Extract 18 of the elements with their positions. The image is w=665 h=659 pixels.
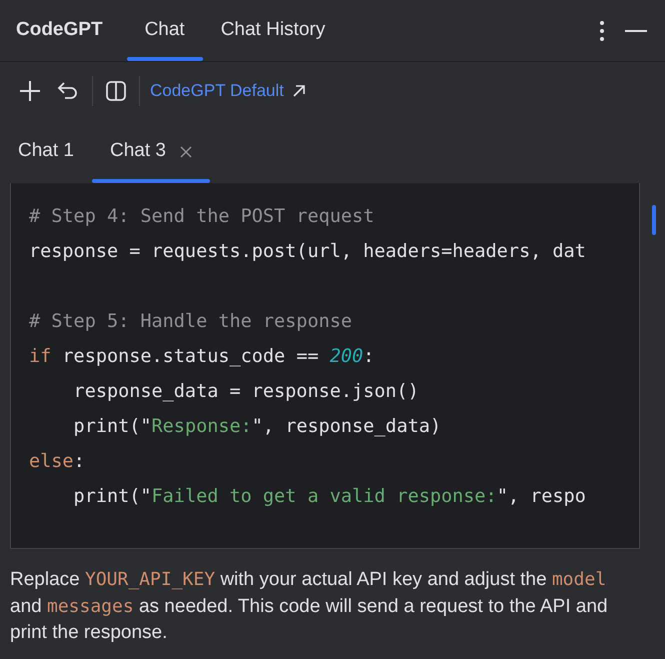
app-title: CodeGPT	[16, 18, 103, 42]
split-panel-icon[interactable]	[103, 78, 129, 104]
tab[interactable]: Chat	[126, 0, 203, 61]
code-line: print("Failed to get a valid response:", respo	[72, 485, 587, 509]
code-line: # Step 5: Handle the response	[29, 310, 354, 334]
model-link[interactable]: CodeGPT Default	[150, 78, 306, 104]
code-line: response_data = response.json()	[72, 380, 420, 404]
scrollbar-thumb[interactable]	[652, 205, 656, 235]
message-text: Replace YOUR_API_KEY with your actual API key and adjust the model and messages as needed. This code will send a request to the API and print the response.	[9, 568, 609, 646]
code-line: # Step 4: Send the POST request	[29, 205, 376, 229]
code-line: print("Response:", response_data)	[72, 415, 442, 439]
chat-tab[interactable]: Chat 3	[92, 120, 210, 183]
code-line: if response.status_code == 200:	[29, 345, 376, 369]
chat-tab[interactable]: Chat 1	[0, 120, 92, 183]
code-line: else:	[29, 450, 86, 474]
tab[interactable]: Chat History	[202, 0, 344, 61]
external-link-icon	[292, 84, 306, 98]
code-line: response = requests.post(url, headers=headers, dat	[29, 240, 587, 264]
